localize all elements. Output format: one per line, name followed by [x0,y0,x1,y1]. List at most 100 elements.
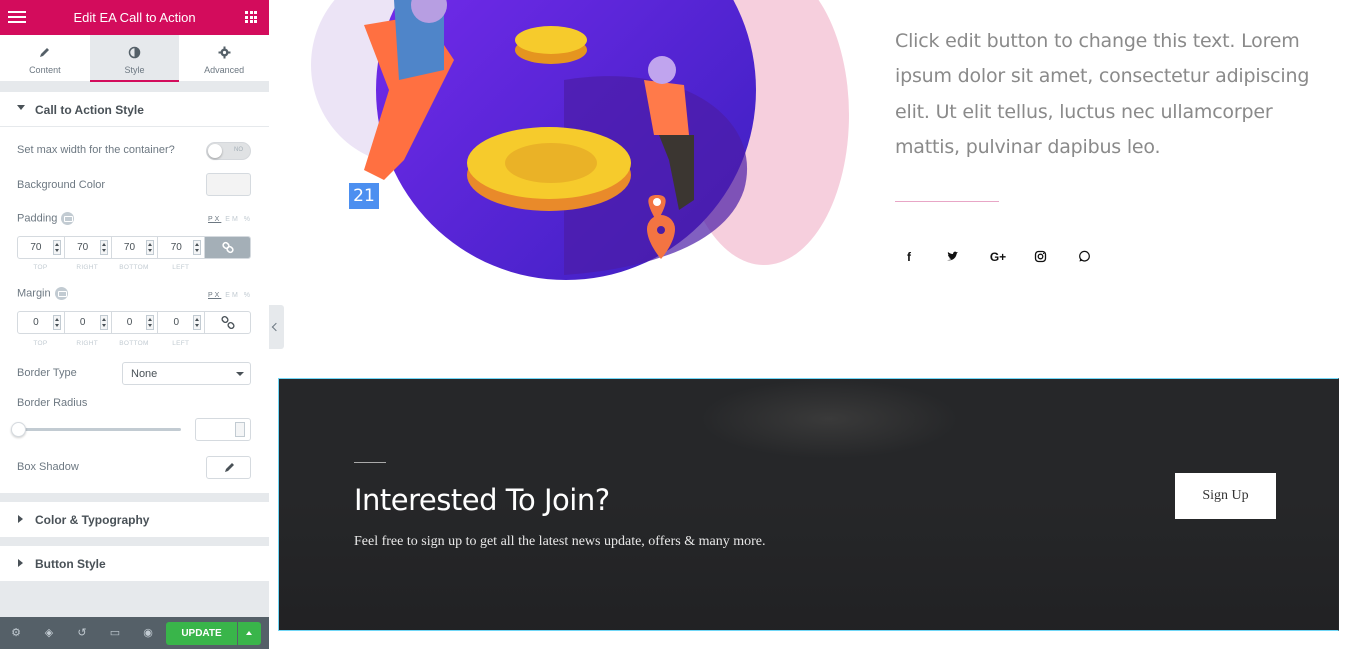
section-button-style[interactable]: Button Style [0,546,269,581]
section-header-cta-style[interactable]: Call to Action Style [0,92,269,127]
google-plus-icon[interactable]: G+ [988,250,1008,264]
link-icon [222,241,234,254]
responsive-mode-icon[interactable]: ▭ [109,627,121,639]
padding-left-value: 70 [170,242,182,253]
label-top: TOP [33,264,48,271]
tab-advanced-label: Advanced [204,65,245,75]
cta-subtitle: Feel free to sign up to get all the late… [354,534,766,549]
spinner[interactable] [235,422,245,437]
editor-panel: Edit EA Call to Action Content Style Adv… [0,0,269,649]
padding-left-input[interactable]: 70 [158,237,206,258]
border-type-label: Border Type [17,367,77,379]
navigator-icon[interactable]: ◈ [43,627,55,639]
update-button[interactable]: UPDATE [166,622,237,645]
margin-right-input[interactable]: 0 [65,312,112,333]
padding-right-value: 70 [77,242,89,253]
border-radius-slider[interactable] [11,422,181,437]
label-bottom: BOTTOM [119,340,149,347]
settings-icon[interactable]: ⚙ [10,627,22,639]
spinner[interactable] [146,315,155,330]
cta-background-image [699,379,959,459]
widgets-grid-icon[interactable] [245,11,257,23]
section-header-color[interactable]: Color & Typography [0,502,269,537]
unlink-values-button[interactable] [205,312,250,333]
padding-bottom-input[interactable]: 70 [112,237,159,258]
section-header-button[interactable]: Button Style [0,546,269,581]
border-type-value: None [131,368,158,380]
pencil-icon [224,463,234,472]
illustration-image [311,0,849,280]
margin-dim-labels: TOP RIGHT BOTTOM LEFT [17,340,251,347]
margin-top-value: 0 [33,317,39,328]
slider-handle[interactable] [11,422,26,437]
spinner[interactable] [99,315,108,330]
padding-right-input[interactable]: 70 [65,237,112,258]
toggle-text: NO [234,147,243,153]
responsive-icon[interactable] [54,287,68,300]
responsive-icon[interactable] [61,212,75,225]
padding-top-input[interactable]: 70 [18,237,65,258]
margin-left-value: 0 [173,317,180,328]
panel-tabs: Content Style Advanced [0,35,269,82]
spinner[interactable] [52,240,61,255]
unit-percent[interactable]: % [244,216,252,223]
section-color-typography[interactable]: Color & Typography [0,502,269,537]
twitter-icon[interactable] [945,250,959,264]
unit-px[interactable]: PX [208,216,221,223]
margin-left-input[interactable]: 0 [158,312,206,333]
panel-header: Edit EA Call to Action [0,0,269,35]
label-right: RIGHT [76,340,99,347]
section-title: Button Style [35,557,106,571]
label-left: LEFT [172,264,190,271]
sign-up-button[interactable]: Sign Up [1175,473,1276,519]
border-radius-input[interactable] [195,418,251,441]
history-icon[interactable]: ↺ [76,627,88,639]
tab-advanced[interactable]: Advanced [179,35,269,81]
preview-eye-icon[interactable]: ◉ [142,627,154,639]
collapse-panel-button[interactable] [269,305,284,349]
spinner[interactable] [52,315,61,330]
margin-label: Margin [17,287,51,300]
unit-em[interactable]: EM [225,292,240,299]
border-type-select[interactable]: None [122,362,251,385]
padding-top-value: 70 [30,242,42,253]
background-color-label: Background Color [17,179,106,191]
margin-dimensions: 0 0 0 0 [17,311,251,334]
unit-px[interactable]: PX [208,292,221,299]
padding-label: Padding [17,212,58,225]
padding-label-row: Padding [17,212,75,225]
call-to-action-section[interactable]: Interested To Join? Feel free to sign up… [278,378,1339,631]
preview-divider [895,201,999,202]
caret-down-icon [17,105,25,110]
tab-content-label: Content [29,65,61,75]
section-title: Call to Action Style [35,103,144,117]
unit-percent[interactable]: % [244,292,252,299]
date-badge: 21 [349,183,379,209]
save-options-button[interactable] [238,622,261,645]
max-width-toggle[interactable]: NO [206,142,251,160]
margin-top-input[interactable]: 0 [18,312,65,333]
padding-units: PX EM % [208,216,252,223]
cta-title: Interested To Join? [354,483,610,517]
spinner[interactable] [146,240,155,255]
whatsapp-icon[interactable] [1077,250,1091,264]
caret-right-icon [18,515,23,523]
spinner[interactable] [193,240,202,255]
label-top: TOP [33,340,48,347]
background-color-picker[interactable] [206,173,251,196]
box-shadow-edit-button[interactable] [206,456,251,479]
max-width-label: Set max width for the container? [17,144,175,156]
label-right: RIGHT [76,264,99,271]
margin-bottom-value: 0 [126,317,133,328]
label-left: LEFT [172,340,190,347]
spinner[interactable] [193,315,202,330]
spinner[interactable] [99,240,108,255]
facebook-icon[interactable]: f [902,250,916,264]
tab-style[interactable]: Style [89,35,180,82]
margin-bottom-input[interactable]: 0 [112,312,159,333]
link-values-button[interactable] [205,237,250,258]
tab-content[interactable]: Content [0,35,90,81]
instagram-icon[interactable] [1033,250,1047,264]
padding-dimensions: 70 70 70 70 [17,236,251,259]
unit-em[interactable]: EM [225,216,240,223]
